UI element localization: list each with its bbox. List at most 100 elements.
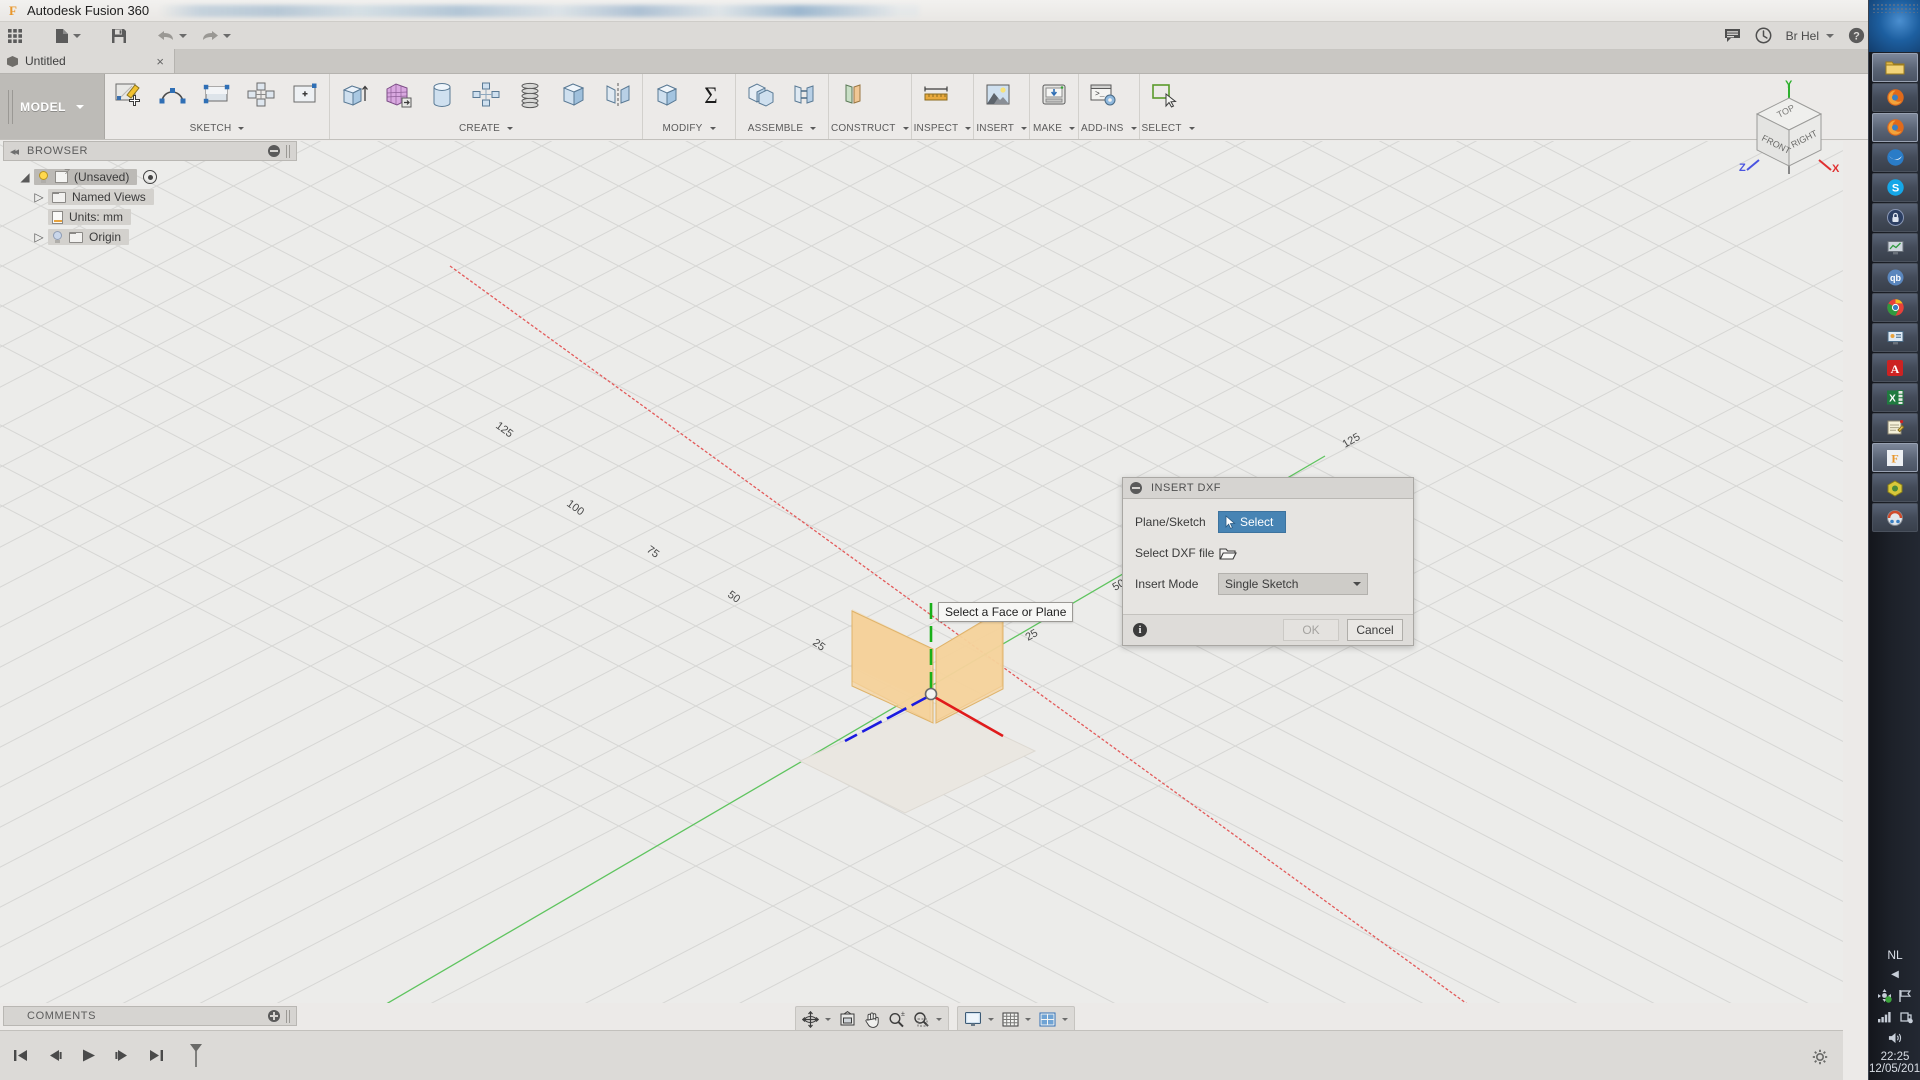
qbittorrent-icon[interactable]: qb	[1872, 263, 1918, 292]
ribbon-group-label-inspect[interactable]: INSPECT	[914, 118, 972, 138]
skype-icon[interactable]: S	[1872, 173, 1918, 202]
3d-viewport[interactable]: 125 100 75 50 25 25 50 75 100 125	[0, 141, 1843, 1003]
panel-resize-grip[interactable]	[286, 1010, 290, 1023]
visibility-bulb-icon[interactable]	[52, 231, 63, 244]
volume-icon[interactable]	[1888, 1030, 1903, 1045]
grid-apps-icon[interactable]	[0, 22, 30, 50]
view-cube[interactable]: Z X Y TOP FRONT RIGHT	[1735, 78, 1843, 188]
step-forward-icon[interactable]	[112, 1046, 132, 1066]
document-tab-untitled[interactable]: Untitled ×	[0, 49, 175, 73]
ribbon-group-label-make[interactable]: MAKE	[1032, 118, 1076, 138]
step-back-icon[interactable]	[44, 1046, 64, 1066]
ribbon-group-label-construct[interactable]: CONSTRUCT	[831, 118, 909, 138]
offset-plane-icon[interactable]	[831, 74, 875, 116]
insert-dxf-dialog[interactable]: INSERT DXF Plane/Sketch Select Select DX…	[1122, 477, 1414, 646]
ribbon-group-label-sketch[interactable]: SKETCH	[107, 118, 327, 138]
monitor-chart-icon[interactable]	[1872, 233, 1918, 262]
tray-clock-date[interactable]: 12/05/2017	[1869, 1063, 1920, 1080]
ribbon-group-label-addins[interactable]: ADD-INS	[1081, 118, 1137, 138]
zoom-window-icon[interactable]	[909, 1008, 946, 1030]
collapse-arrows-icon[interactable]: ◂◂	[10, 145, 17, 158]
tray-clock-time[interactable]: 22:25	[1869, 1048, 1920, 1063]
start-button[interactable]	[1869, 0, 1920, 52]
fillet-chamfer-icon[interactable]	[552, 74, 596, 116]
select-window-icon[interactable]	[1142, 74, 1186, 116]
revolve-cylinder-icon[interactable]	[420, 74, 464, 116]
firefox-window-icon[interactable]	[1872, 113, 1918, 142]
joint-icon[interactable]	[782, 74, 826, 116]
remote-desktop-icon[interactable]	[1872, 323, 1918, 352]
expand-arrow-icon[interactable]: ▷	[30, 190, 48, 204]
parameters-sigma-icon[interactable]: Σ	[689, 74, 733, 116]
insert-image-icon[interactable]	[976, 74, 1020, 116]
info-circle-icon[interactable]: i	[1133, 623, 1147, 637]
ribbon-group-label-select[interactable]: SELECT	[1142, 118, 1195, 138]
file-explorer-icon[interactable]	[1872, 53, 1918, 82]
ribbon-group-label-insert[interactable]: INSERT	[976, 118, 1027, 138]
measure-ruler-icon[interactable]	[914, 74, 958, 116]
insert-mode-dropdown[interactable]: Single Sketch	[1218, 573, 1368, 595]
new-component-icon[interactable]	[738, 74, 782, 116]
play-icon[interactable]	[78, 1046, 98, 1066]
acrobat-reader-icon[interactable]: A	[1872, 353, 1918, 382]
flag-icon[interactable]	[1898, 988, 1913, 1003]
ribbon-group-label-modify[interactable]: MODIFY	[645, 118, 733, 138]
show-hidden-icons-icon[interactable]: ◀	[1888, 967, 1903, 982]
pan-hand-icon[interactable]	[860, 1008, 884, 1030]
repetier-icon[interactable]	[1872, 503, 1918, 532]
pattern-icon[interactable]	[464, 74, 508, 116]
settings-gear-icon[interactable]	[1812, 1049, 1828, 1068]
expand-arrow-icon[interactable]: ▷	[30, 230, 48, 244]
grid-snaps-icon[interactable]	[998, 1008, 1035, 1030]
viewport-layout-icon[interactable]	[1035, 1008, 1072, 1030]
comment-bubble-icon[interactable]	[1717, 22, 1748, 50]
expand-triangle-icon[interactable]: ◢	[16, 170, 34, 184]
add-circle-icon[interactable]	[268, 1010, 280, 1022]
open-folder-icon[interactable]	[1218, 544, 1238, 562]
spline-icon[interactable]	[151, 74, 195, 116]
save-icon[interactable]	[104, 22, 134, 50]
action-center-icon[interactable]	[1877, 988, 1892, 1003]
tree-node-unsaved[interactable]: ◢ (Unsaved)	[0, 167, 300, 187]
thunderbird-icon[interactable]	[1872, 143, 1918, 172]
tree-node-named-views[interactable]: ▷ Named Views	[0, 187, 300, 207]
extrude-icon[interactable]	[332, 74, 376, 116]
zoom-icon[interactable]: ±	[884, 1008, 909, 1030]
cura-icon[interactable]	[1872, 473, 1918, 502]
press-pull-icon[interactable]	[645, 74, 689, 116]
tree-node-origin[interactable]: ▷ Origin	[0, 227, 300, 247]
tree-node-units[interactable]: Units: mm	[0, 207, 300, 227]
clock-history-icon[interactable]	[1748, 22, 1779, 50]
usb-eject-icon[interactable]	[1898, 1009, 1913, 1024]
ok-button[interactable]: OK	[1283, 619, 1339, 641]
go-to-end-icon[interactable]	[146, 1046, 166, 1066]
show-hide-eye-icon[interactable]	[143, 170, 157, 184]
keepass-lock-icon[interactable]	[1872, 203, 1918, 232]
display-settings-icon[interactable]	[960, 1008, 998, 1030]
coil-icon[interactable]	[508, 74, 552, 116]
ribbon-group-label-assemble[interactable]: ASSEMBLE	[738, 118, 826, 138]
look-at-icon[interactable]	[835, 1008, 860, 1030]
go-to-beginning-icon[interactable]	[10, 1046, 30, 1066]
new-file-icon[interactable]	[48, 22, 88, 50]
create-sketch-icon[interactable]	[107, 74, 151, 116]
mesh-icon[interactable]	[376, 74, 420, 116]
timeline-marker-icon[interactable]	[186, 1046, 206, 1066]
create-sketch-plus-icon[interactable]	[283, 74, 327, 116]
notepad-icon[interactable]	[1872, 413, 1918, 442]
workspace-switcher-model[interactable]: MODEL	[0, 74, 105, 139]
rectangle-icon[interactable]	[195, 74, 239, 116]
chrome-icon[interactable]	[1872, 293, 1918, 322]
redo-icon[interactable]	[194, 22, 238, 50]
excel-icon[interactable]: X	[1872, 383, 1918, 412]
orbit-icon[interactable]	[798, 1008, 835, 1030]
minimize-circle-icon[interactable]	[268, 145, 280, 157]
panel-resize-grip[interactable]	[286, 145, 290, 158]
scripts-addins-icon[interactable]: >_	[1081, 74, 1125, 116]
plane-sketch-select-button[interactable]: Select	[1218, 511, 1286, 533]
collapse-circle-icon[interactable]	[1130, 482, 1142, 494]
undo-icon[interactable]	[150, 22, 194, 50]
3d-print-icon[interactable]	[1032, 74, 1076, 116]
cancel-button[interactable]: Cancel	[1347, 619, 1403, 641]
fusion360-icon[interactable]: F	[1872, 443, 1918, 472]
